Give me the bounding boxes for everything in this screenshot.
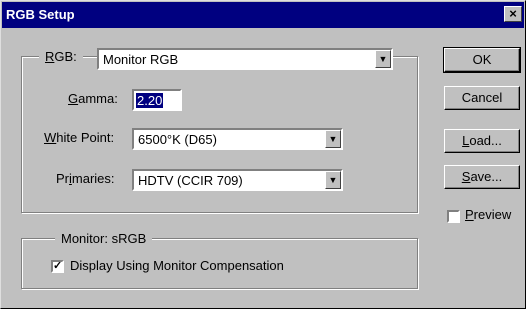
close-icon[interactable]: × xyxy=(504,6,522,22)
save-button[interactable]: Save... xyxy=(444,165,520,189)
chevron-down-icon[interactable]: ▼ xyxy=(325,130,341,148)
gamma-value: 2.20 xyxy=(136,93,164,108)
monitor-group-label: Monitor: sRGB xyxy=(55,231,153,246)
preview-label[interactable]: Preview xyxy=(465,207,511,222)
preview-checkbox[interactable] xyxy=(447,210,460,223)
rgb-setup-dialog: RGB Setup × RGB: Monitor RGB ▼ Gamma: 2.… xyxy=(0,0,526,309)
rgb-select-value: Monitor RGB xyxy=(103,52,179,67)
ok-button[interactable]: OK xyxy=(443,47,521,73)
chevron-down-icon[interactable]: ▼ xyxy=(375,50,391,68)
compensation-checkbox[interactable]: ✓ xyxy=(51,260,64,273)
title-bar[interactable]: RGB Setup × xyxy=(2,2,524,28)
cancel-button[interactable]: Cancel xyxy=(444,86,520,110)
chevron-down-icon[interactable]: ▼ xyxy=(325,171,341,189)
primaries-value: HDTV (CCIR 709) xyxy=(138,173,243,188)
primaries-label: Primaries: xyxy=(56,171,115,186)
load-button[interactable]: Load... xyxy=(444,129,520,153)
white-point-value: 6500°K (D65) xyxy=(138,132,217,147)
compensation-label[interactable]: Display Using Monitor Compensation xyxy=(70,258,284,273)
window-title: RGB Setup xyxy=(6,7,75,22)
gamma-label: Gamma: xyxy=(68,91,118,106)
rgb-label: RGB: xyxy=(39,49,83,64)
white-point-select[interactable]: 6500°K (D65) ▼ xyxy=(132,128,343,150)
white-point-label: White Point: xyxy=(44,130,115,145)
gamma-input[interactable]: 2.20 xyxy=(132,89,182,111)
primaries-select[interactable]: HDTV (CCIR 709) ▼ xyxy=(132,169,343,191)
rgb-select[interactable]: Monitor RGB ▼ xyxy=(97,48,393,70)
